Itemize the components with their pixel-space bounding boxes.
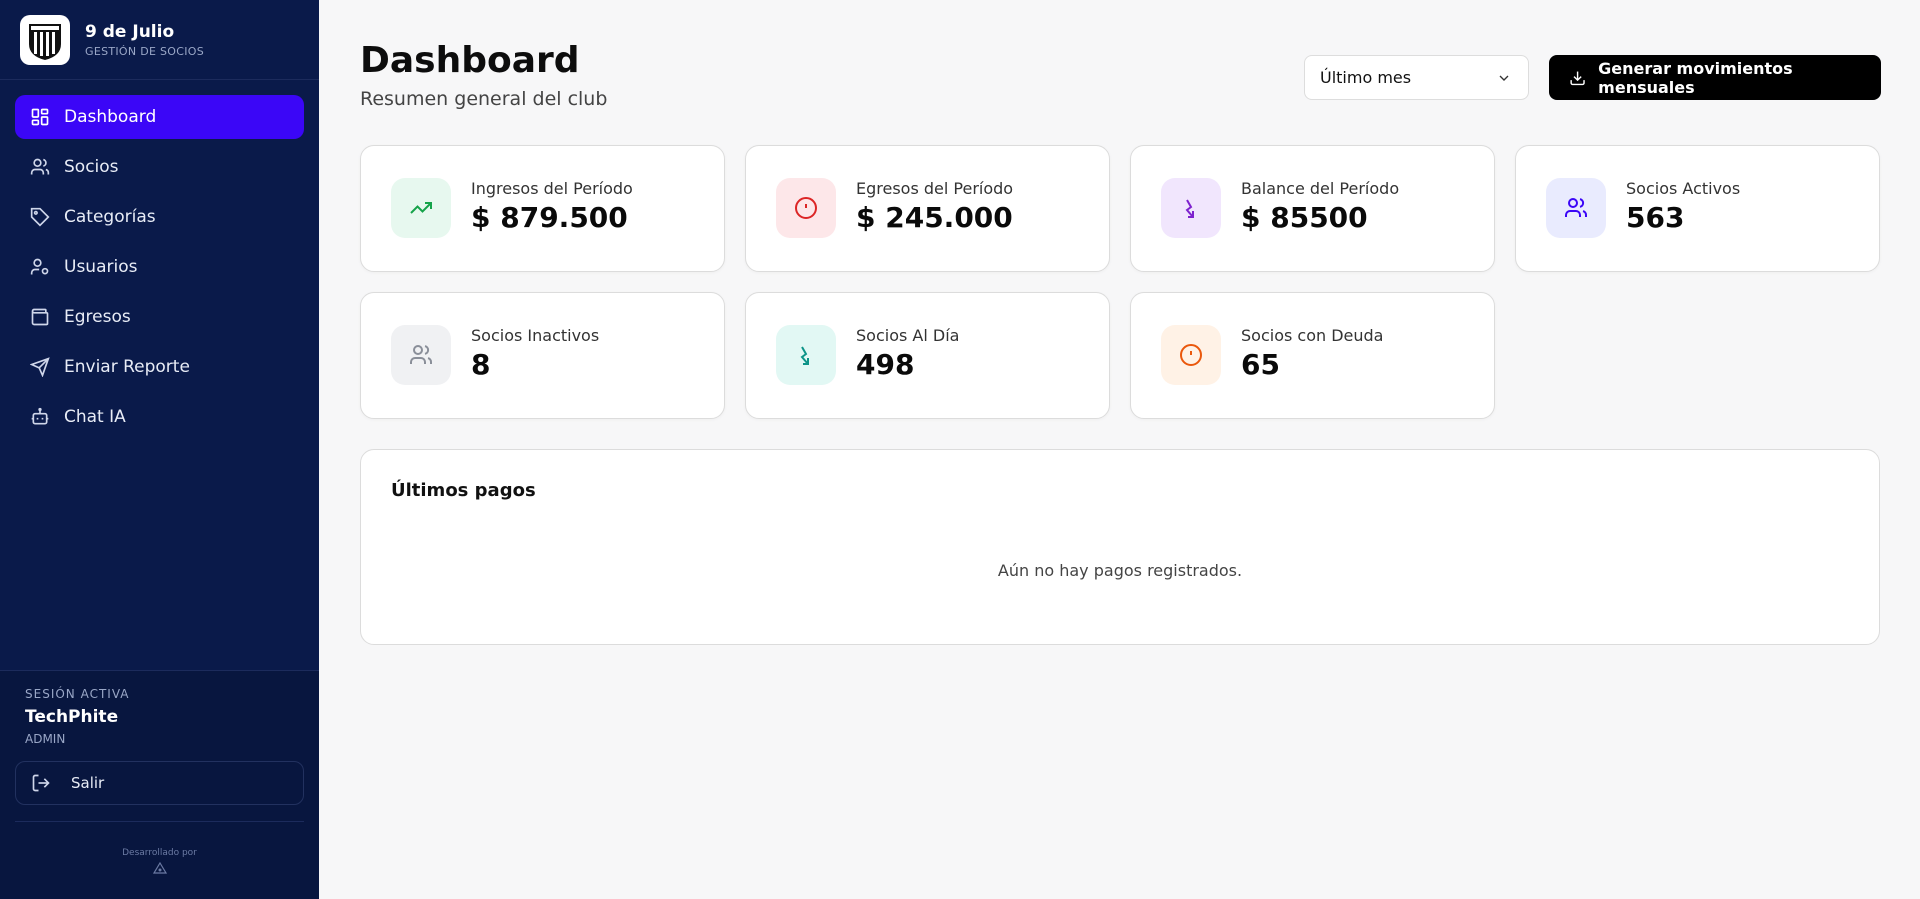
recent-payments-title: Últimos pagos xyxy=(391,480,536,501)
brand-subtitle: GESTIÓN DE SOCIOS xyxy=(85,44,205,58)
session-panel: SESIÓN ACTIVA TechPhite ADMIN Salir Desa… xyxy=(0,670,319,899)
club-logo xyxy=(20,14,70,65)
users-icon xyxy=(30,157,50,177)
download-icon xyxy=(1570,71,1585,85)
generate-movements-button[interactable]: Generar movimientos mensuales xyxy=(1549,55,1881,100)
period-select[interactable]: Último mes xyxy=(1304,55,1529,100)
stat-card-socios-activos: Socios Activos 563 xyxy=(1515,145,1880,272)
session-label: SESIÓN ACTIVA xyxy=(25,687,130,701)
sidebar-item-label: Socios xyxy=(64,157,119,177)
sidebar-item-label: Dashboard xyxy=(64,107,157,127)
logout-label: Salir xyxy=(71,774,105,792)
generate-movements-label: Generar movimientos mensuales xyxy=(1598,58,1793,97)
stat-value: $ 879.500 xyxy=(471,201,628,234)
sidebar-item-enviar-reporte[interactable]: Enviar Reporte xyxy=(15,345,304,389)
trending-up-icon xyxy=(391,178,451,238)
chevron-down-icon xyxy=(1496,70,1512,90)
tag-icon xyxy=(30,207,50,227)
sidebar-item-label: Usuarios xyxy=(64,257,138,277)
recent-payments-empty: Aún no hay pagos registrados. xyxy=(997,561,1243,580)
stat-card-egresos: Egresos del Período $ 245.000 xyxy=(745,145,1110,272)
developer-logo-icon xyxy=(0,862,319,874)
logout-icon xyxy=(31,773,51,793)
sidebar-item-label: Enviar Reporte xyxy=(64,357,190,377)
sidebar-item-dashboard[interactable]: Dashboard xyxy=(15,95,304,139)
brand-header: 9 de Julio GESTIÓN DE SOCIOS xyxy=(0,0,319,80)
stat-value: 8 xyxy=(471,348,491,381)
divider xyxy=(15,821,304,822)
stat-card-socios-inactivos: Socios Inactivos 8 xyxy=(360,292,725,419)
session-role: ADMIN xyxy=(25,732,66,746)
stat-value: $ 245.000 xyxy=(856,201,1013,234)
dashboard-icon xyxy=(30,107,50,127)
users-icon xyxy=(1546,178,1606,238)
session-user: TechPhite xyxy=(25,707,119,727)
stat-label: Ingresos del Período xyxy=(471,179,633,198)
stat-value: $ 85500 xyxy=(1241,201,1368,234)
stat-label: Socios Inactivos xyxy=(471,326,600,345)
sidebar-item-label: Categorías xyxy=(64,207,156,227)
main-content: Dashboard Resumen general del club Últim… xyxy=(319,0,1920,899)
sidebar-item-usuarios[interactable]: Usuarios xyxy=(15,245,304,289)
stat-card-socios-con-deuda: Socios con Deuda 65 xyxy=(1130,292,1495,419)
stat-card-balance: Balance del Período $ 85500 xyxy=(1130,145,1495,272)
developed-by: Desarrollado por xyxy=(122,848,197,858)
sidebar-item-label: Chat IA xyxy=(64,407,126,427)
stat-value: 65 xyxy=(1241,348,1280,381)
sidebar-item-label: Egresos xyxy=(64,307,131,327)
alert-circle-icon xyxy=(776,178,836,238)
sidebar-item-egresos[interactable]: Egresos xyxy=(15,295,304,339)
stat-label: Socios Activos xyxy=(1626,179,1741,198)
stat-label: Balance del Período xyxy=(1241,179,1400,198)
recent-payments-panel: Últimos pagos Aún no hay pagos registrad… xyxy=(360,449,1880,645)
page-title: Dashboard xyxy=(360,40,580,81)
users-icon xyxy=(391,325,451,385)
stat-label: Socios Al Día xyxy=(856,326,960,345)
stat-value: 498 xyxy=(856,348,915,381)
arrow-down-right-icon xyxy=(1161,178,1221,238)
user-cog-icon xyxy=(30,257,50,277)
stat-card-socios-al-dia: Socios Al Día 498 xyxy=(745,292,1110,419)
send-icon xyxy=(30,357,50,377)
wallet-icon xyxy=(30,307,50,327)
stat-value: 563 xyxy=(1626,201,1685,234)
arrow-down-right-icon xyxy=(776,325,836,385)
sidebar-nav: Dashboard Socios Categorías Usuarios Egr… xyxy=(0,80,319,439)
sidebar-item-categorias[interactable]: Categorías xyxy=(15,195,304,239)
sidebar-item-socios[interactable]: Socios xyxy=(15,145,304,189)
sidebar: 9 de Julio GESTIÓN DE SOCIOS Dashboard S… xyxy=(0,0,319,899)
page-subtitle: Resumen general del club xyxy=(360,88,608,110)
logout-button[interactable]: Salir xyxy=(15,761,304,805)
sidebar-item-chat-ia[interactable]: Chat IA xyxy=(15,395,304,439)
stat-card-ingresos: Ingresos del Período $ 879.500 xyxy=(360,145,725,272)
stat-label: Egresos del Período xyxy=(856,179,1014,198)
brand-name: 9 de Julio xyxy=(85,21,175,42)
stat-label: Socios con Deuda xyxy=(1241,326,1384,345)
period-select-value: Último mes xyxy=(1320,68,1412,87)
alert-circle-icon xyxy=(1161,325,1221,385)
bot-icon xyxy=(30,407,50,427)
